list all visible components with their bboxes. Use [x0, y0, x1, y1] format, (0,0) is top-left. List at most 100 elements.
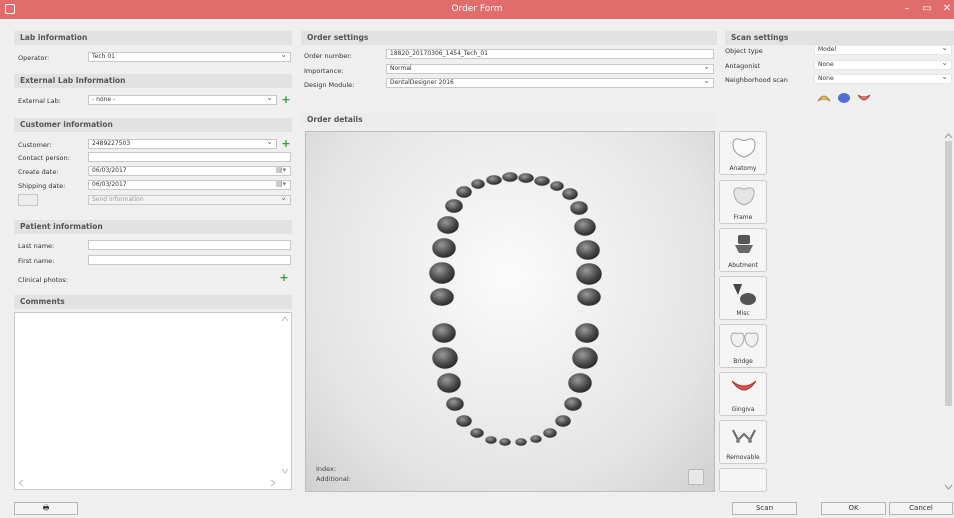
scan-button[interactable]: Scan	[732, 502, 797, 515]
design-module-select[interactable]: DentalDesigner 2016	[386, 77, 714, 88]
tooth[interactable]	[574, 322, 600, 344]
comments-textarea[interactable]	[14, 312, 292, 490]
contact-person-label: Contact person:	[18, 154, 70, 162]
print-button[interactable]: 🖶	[14, 502, 78, 515]
tooth[interactable]	[428, 261, 456, 285]
tooth[interactable]	[431, 322, 457, 344]
tooth[interactable]	[542, 427, 558, 439]
tooth[interactable]	[485, 174, 503, 186]
tooth[interactable]	[575, 239, 601, 261]
tool-label: Bridge	[733, 358, 753, 365]
minimize-icon[interactable]: –	[900, 2, 914, 16]
add-photo-icon[interactable]: +	[279, 272, 289, 283]
neighborhood-scan-label: Neighborhood scan	[725, 76, 788, 84]
tool-more[interactable]	[719, 468, 767, 492]
additional-label: Additional:	[316, 475, 351, 483]
patient-info-header: Patient information	[14, 220, 292, 234]
tooth[interactable]	[455, 185, 473, 199]
removable-icon	[732, 429, 756, 443]
comments-header: Comments	[14, 295, 292, 309]
tooth[interactable]	[571, 346, 599, 370]
tooth[interactable]	[436, 215, 460, 235]
tool-label: Gingiva	[731, 406, 755, 413]
last-name-label: Last name:	[18, 242, 55, 250]
tooth[interactable]	[514, 437, 528, 447]
tooth[interactable]	[444, 198, 464, 214]
tooth[interactable]	[561, 187, 579, 201]
tooth[interactable]	[445, 396, 465, 412]
antagonist-select[interactable]: None	[814, 59, 952, 70]
last-name-input[interactable]	[88, 240, 291, 250]
tool-frame[interactable]: Frame	[719, 180, 767, 224]
tooth[interactable]	[549, 180, 565, 192]
model-scan-icon[interactable]	[837, 92, 851, 104]
fit-view-icon[interactable]	[688, 469, 704, 485]
calendar-icon[interactable]: ▤▾	[276, 180, 286, 188]
lower-jaw-scan-icon[interactable]	[857, 92, 871, 104]
anatomy-icon	[732, 138, 756, 158]
tooth[interactable]	[498, 437, 512, 447]
horizontal-scrollbar[interactable]	[17, 479, 277, 487]
first-name-label: First name:	[18, 257, 55, 265]
tooth[interactable]	[573, 217, 597, 237]
dental-chart-viewer[interactable]: Index: Additional:	[305, 131, 715, 492]
tool-removable[interactable]: Removable	[719, 420, 767, 464]
tooth[interactable]	[567, 372, 593, 394]
tool-bridge[interactable]: Bridge	[719, 324, 767, 368]
importance-label: Importance:	[304, 67, 344, 75]
tooth[interactable]	[501, 171, 519, 183]
tooth[interactable]	[455, 414, 473, 428]
tool-label: Anatomy	[729, 165, 757, 172]
tool-abutment[interactable]: Abutment	[719, 228, 767, 272]
tooth[interactable]	[529, 434, 543, 444]
dental-arch-diagram[interactable]	[306, 132, 716, 493]
tooth[interactable]	[469, 427, 485, 439]
contact-person-input[interactable]	[88, 152, 291, 162]
send-icon[interactable]	[18, 194, 38, 206]
tooth[interactable]	[484, 435, 498, 445]
calendar-icon[interactable]: ▤▾	[276, 166, 286, 174]
tooth[interactable]	[575, 262, 603, 286]
title-bar: Order Form – ▭ ✕	[0, 0, 954, 19]
tooth[interactable]	[576, 287, 602, 307]
tooth[interactable]	[431, 237, 457, 259]
scan-settings-header: Scan settings	[725, 31, 954, 45]
create-date-input[interactable]: 06/03/2017	[88, 166, 291, 176]
index-label: Index:	[316, 465, 337, 473]
send-information-select[interactable]: Send information	[88, 194, 291, 205]
tooth[interactable]	[569, 200, 589, 216]
tooth[interactable]	[554, 414, 572, 428]
vertical-scrollbar[interactable]	[281, 315, 289, 475]
right-scrollbar[interactable]	[944, 131, 953, 492]
tooth[interactable]	[533, 175, 551, 187]
tooth[interactable]	[470, 178, 486, 190]
tooth[interactable]	[563, 396, 583, 412]
ok-button[interactable]: OK	[821, 502, 886, 515]
importance-select[interactable]: Normal	[386, 63, 714, 74]
tool-label: Misc	[736, 310, 750, 317]
add-external-lab-icon[interactable]: +	[281, 94, 291, 105]
order-number-input[interactable]: 18820_20170306_1454_Tech_01	[386, 49, 714, 59]
first-name-input[interactable]	[88, 255, 291, 265]
tool-misc[interactable]: Misc	[719, 276, 767, 320]
external-lab-select[interactable]: - none -	[88, 94, 277, 105]
tooth[interactable]	[429, 287, 455, 307]
operator-select[interactable]: Tech 01	[88, 51, 291, 62]
maximize-icon[interactable]: ▭	[920, 2, 934, 16]
shipping-date-input[interactable]: 06/03/2017	[88, 180, 291, 190]
tooth[interactable]	[436, 372, 462, 394]
tool-anatomy[interactable]: Anatomy	[719, 131, 767, 175]
upper-jaw-scan-icon[interactable]	[817, 92, 831, 104]
antagonist-label: Antagonist	[725, 62, 761, 70]
clinical-photos-label: Clinical photos:	[18, 276, 68, 284]
cancel-button[interactable]: Cancel	[889, 502, 953, 515]
customer-select[interactable]: 2489227503	[88, 138, 277, 149]
tooth[interactable]	[431, 346, 459, 370]
object-type-select[interactable]: Model	[814, 44, 952, 55]
tool-gingiva[interactable]: Gingiva	[719, 372, 767, 416]
tooth[interactable]	[517, 172, 535, 184]
close-icon[interactable]: ✕	[940, 2, 954, 16]
add-customer-icon[interactable]: +	[281, 138, 291, 149]
neighborhood-scan-select[interactable]: None	[814, 73, 952, 84]
window-title: Order Form	[451, 4, 503, 14]
